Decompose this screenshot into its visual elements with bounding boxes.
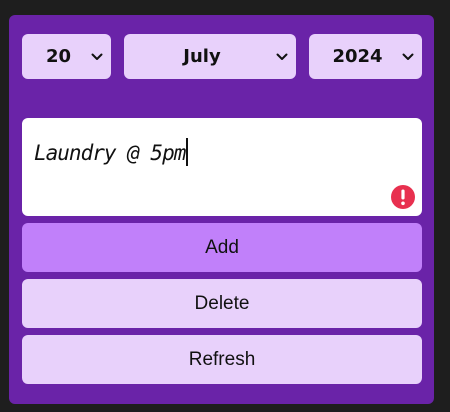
day-select-value: 20 [45, 46, 72, 67]
delete-button[interactable]: Delete [22, 279, 422, 328]
year-select[interactable]: 2024 [309, 34, 422, 79]
chevron-down-icon [402, 53, 414, 60]
text-caret [186, 138, 188, 166]
day-select[interactable]: 20 [22, 34, 111, 79]
add-button[interactable]: Add [22, 223, 422, 272]
error-icon [391, 185, 415, 209]
chevron-down-icon [91, 53, 103, 60]
note-input[interactable]: Laundry @ 5pm [22, 118, 422, 216]
year-select-value: 2024 [332, 46, 383, 67]
month-select[interactable]: July [124, 34, 296, 79]
month-select-value: July [183, 46, 221, 67]
note-input-text: Laundry @ 5pm [34, 138, 188, 166]
note-input-value: Laundry @ 5pm [34, 141, 186, 165]
todo-panel: 20 July 2024 Laundry @ 5pm Add Delete Re… [9, 15, 434, 404]
chevron-down-icon [276, 53, 288, 60]
refresh-button[interactable]: Refresh [22, 335, 422, 384]
